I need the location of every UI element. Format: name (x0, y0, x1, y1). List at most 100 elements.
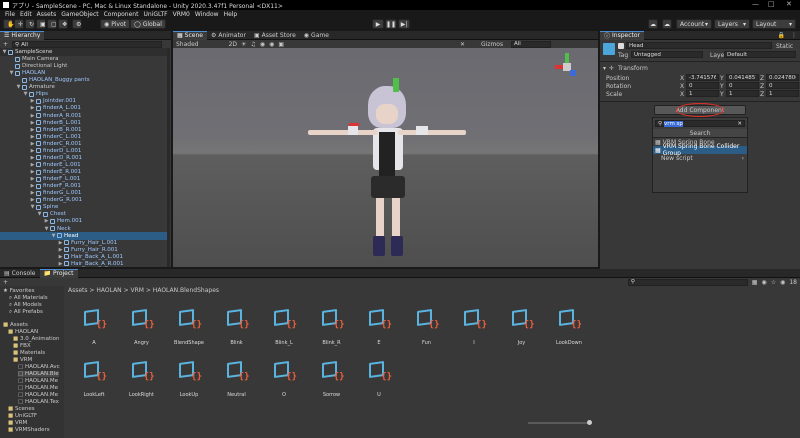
project-folder[interactable]: ■ VRM (13, 357, 32, 363)
hierarchy-scrollbar[interactable] (167, 48, 170, 267)
gizmos-dropdown[interactable]: Gizmos (481, 41, 503, 48)
project-folder[interactable]: ■ VRM (8, 420, 27, 426)
menu-unigltf[interactable]: UniGLTF (143, 11, 167, 18)
services-icon[interactable]: ☁ (662, 19, 672, 29)
asset-item[interactable]: {} LookLeft (74, 360, 114, 398)
minimize-icon[interactable]: — (752, 0, 759, 8)
tab-asset-store[interactable]: ▣ Asset Store (250, 31, 300, 40)
pause-button[interactable]: ❚❚ (385, 19, 397, 29)
camera-icon[interactable]: ▣ (278, 41, 284, 48)
asset-item[interactable]: {} LookUp (169, 360, 209, 398)
zoom-slider-handle[interactable] (587, 420, 592, 425)
hidden-objects-icon[interactable]: ◉ (269, 41, 274, 48)
favorite-item[interactable]: ⌕ All Materials (9, 295, 48, 302)
scale-z-field[interactable]: 1 (766, 90, 799, 97)
menu-window[interactable]: Window (195, 11, 219, 18)
project-folder[interactable]: ■ 3.0_Animation (13, 336, 60, 342)
project-folder[interactable]: ■ Scenes (8, 406, 35, 412)
move-tool-icon[interactable]: ✛ (14, 19, 24, 29)
scale-y-field[interactable]: 1 (726, 90, 759, 97)
scale-tool-icon[interactable]: ▣ (36, 19, 46, 29)
project-folder[interactable]: □ HAOLAN.Ble (18, 371, 59, 377)
menu-help[interactable]: Help (224, 11, 238, 18)
tab-console[interactable]: ▤ Console (0, 269, 40, 278)
project-folder[interactable]: □ HAOLAN.Me (18, 392, 58, 398)
tab-scene[interactable]: ▦ Scene (173, 30, 207, 40)
star-icon[interactable]: ☆ (771, 279, 776, 286)
filter-type-icon[interactable]: ▦ (752, 279, 758, 286)
rotation-z-field[interactable]: 0 (766, 82, 799, 89)
tab-hierarchy[interactable]: ☰ Hierarchy (0, 30, 45, 40)
asset-item[interactable]: {} Blink_L (264, 308, 304, 346)
lock-icon[interactable]: 🔒 (778, 32, 785, 39)
orientation-gizmo[interactable] (553, 53, 583, 83)
asset-item[interactable]: {} Blink_R (312, 308, 352, 346)
hidden-packages-icon[interactable]: ◉ (780, 279, 785, 286)
gameobject-name-input[interactable]: Head (626, 42, 772, 49)
tab-inspector[interactable]: ⓘ Inspector (600, 30, 645, 40)
scale-x-field[interactable]: 1 (686, 90, 719, 97)
favorites-header[interactable]: ★ Favorites (3, 288, 35, 294)
hierarchy-search-input[interactable]: ⚲ All (12, 41, 163, 48)
favorite-item[interactable]: ⌕ All Prefabs (9, 309, 43, 316)
project-folder[interactable]: □ HAOLAN.Avc (18, 364, 60, 370)
project-folder[interactable]: ■ Assets (3, 322, 28, 328)
asset-item[interactable]: {} I (454, 308, 494, 346)
shading-mode-dropdown[interactable]: Shaded (176, 41, 199, 48)
result-vrm-spring-bone-collider-group[interactable]: ▦ VRM Spring Bone Collider Group (653, 143, 747, 157)
asset-item[interactable]: {} LookRight (122, 360, 162, 398)
asset-item[interactable]: {} Angry (122, 308, 162, 346)
asset-item[interactable]: {} Blink (217, 308, 257, 346)
project-folder[interactable]: ■ Materials (13, 350, 45, 356)
rotate-tool-icon[interactable]: ↻ (25, 19, 35, 29)
menu-file[interactable]: File (5, 11, 15, 18)
position-y-field[interactable]: 0.04148579 (726, 74, 759, 81)
pivot-toggle[interactable]: ◉ Pivot (100, 19, 130, 29)
position-z-field[interactable]: 0.02478065 (766, 74, 799, 81)
asset-item[interactable]: {} Fun (407, 308, 447, 346)
custom-tool-icon[interactable]: ⚙ (72, 19, 82, 29)
layer-dropdown[interactable]: Default (724, 51, 796, 58)
active-checkbox[interactable] (618, 43, 624, 49)
hand-tool-icon[interactable]: ✋ (3, 19, 14, 29)
project-folder[interactable]: ■ FBX (13, 343, 31, 349)
asset-item[interactable]: {} O (264, 360, 304, 398)
more-options-icon[interactable]: ⋮ (791, 32, 797, 39)
collab-icon[interactable]: ☁ (648, 19, 658, 29)
tab-animator[interactable]: ⚙ Animator (207, 31, 250, 40)
project-folder[interactable]: ■ UniGLTF (8, 413, 37, 419)
menu-edit[interactable]: Edit (20, 11, 32, 18)
component-search-input[interactable]: ⚲ vrm sp ✕ (655, 120, 745, 127)
effects-icon[interactable]: ◉ (260, 41, 265, 48)
rect-tool-icon[interactable]: ▢ (47, 19, 57, 29)
project-folder[interactable]: □ HAOLAN.Me (18, 378, 58, 384)
add-asset-button[interactable]: + (3, 279, 8, 286)
asset-item[interactable]: {} LookDown (549, 308, 589, 346)
maximize-icon[interactable]: □ (768, 0, 775, 8)
layers-dropdown[interactable]: Layers ▾ (714, 19, 750, 29)
scene-viewport[interactable] (173, 48, 598, 267)
project-folder[interactable]: □ HAOLAN.Tex (18, 399, 59, 405)
favorite-item[interactable]: ⌕ All Models (9, 302, 42, 309)
step-button[interactable]: ▶| (398, 19, 410, 29)
add-button[interactable]: + (3, 41, 8, 48)
rotation-x-field[interactable]: 0 (686, 82, 719, 89)
gizmo-search-input[interactable]: All (511, 40, 551, 48)
rotation-y-field[interactable]: 0 (726, 82, 759, 89)
asset-item[interactable]: {} U (359, 360, 399, 398)
layout-dropdown[interactable]: Layout ▾ (752, 19, 796, 29)
clear-icon[interactable]: ✕ (737, 121, 742, 127)
asset-item[interactable]: {} BlendShape (169, 308, 209, 346)
gizmo-z-handle[interactable] (570, 70, 576, 76)
transform-header[interactable]: ▾ ✛ Transform (603, 64, 797, 72)
lighting-icon[interactable]: ☀ (241, 41, 246, 48)
close-icon[interactable]: ✕ (786, 0, 792, 8)
play-button[interactable]: ▶ (372, 19, 384, 29)
menu-assets[interactable]: Assets (37, 11, 57, 18)
account-dropdown[interactable]: Account ▾ (676, 19, 712, 29)
menu-gameobject[interactable]: GameObject (61, 11, 98, 18)
tab-project[interactable]: 📁 Project (39, 268, 78, 278)
asset-item[interactable]: {} Neutral (217, 360, 257, 398)
asset-item[interactable]: {} E (359, 308, 399, 346)
asset-item[interactable]: {} Sorrow (312, 360, 352, 398)
